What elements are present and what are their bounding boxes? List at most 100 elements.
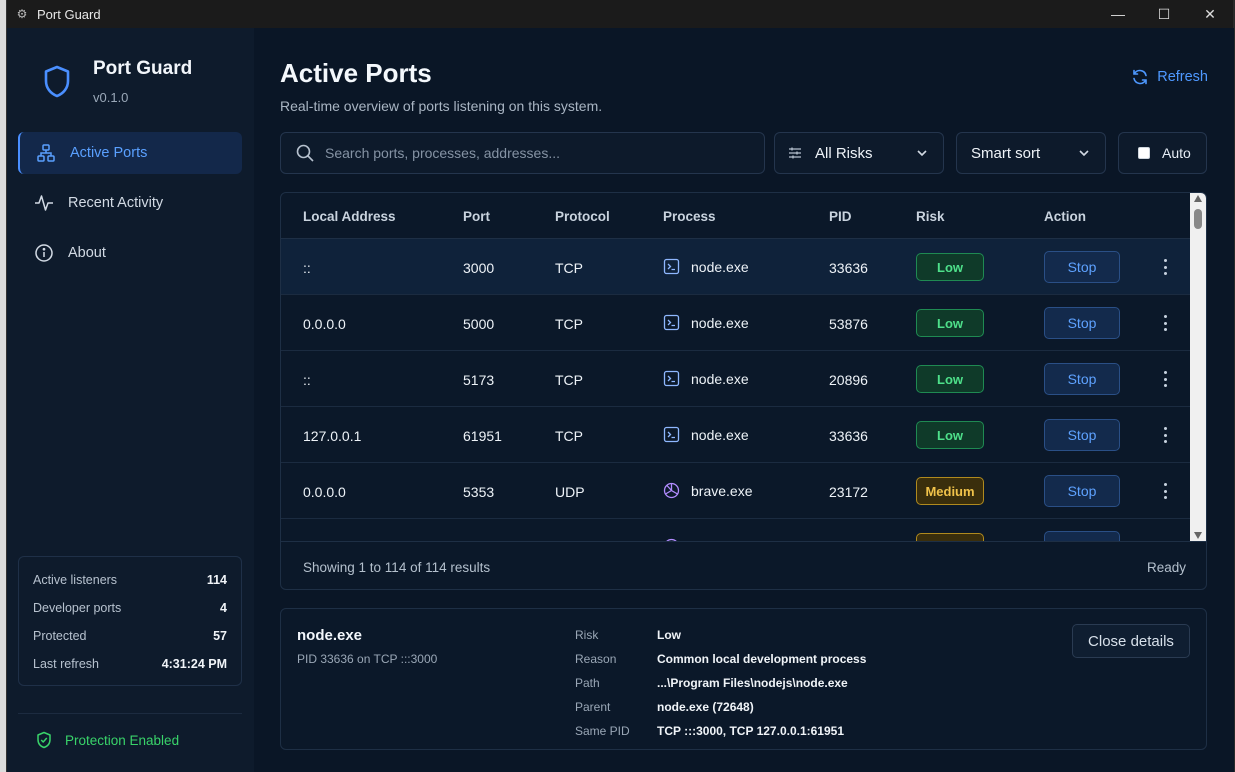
cell-protocol: TCP bbox=[555, 260, 583, 276]
cell-pid: 23172 bbox=[829, 484, 868, 500]
window-controls: — ☐ ✕ bbox=[1095, 0, 1233, 28]
table-row[interactable]: :: 5173 TCP node.exe 20896 Low Stop bbox=[281, 351, 1191, 407]
page-subtitle: Real-time overview of ports listening on… bbox=[280, 98, 603, 114]
stat-active-listeners: Active listeners 114 bbox=[33, 566, 227, 594]
cell-address: 127.0.0.1 bbox=[303, 428, 362, 444]
stop-button[interactable]: Stop bbox=[1044, 363, 1120, 395]
sidebar-item-recent-activity[interactable]: Recent Activity bbox=[18, 182, 242, 224]
stat-developer-ports: Developer ports 4 bbox=[33, 594, 227, 622]
cell-protocol: TCP bbox=[555, 428, 583, 444]
cell-process: node.exe bbox=[663, 314, 749, 331]
stop-button[interactable]: Stop bbox=[1044, 475, 1120, 507]
column-header[interactable]: Port bbox=[463, 209, 490, 224]
sort-select[interactable]: Smart sort bbox=[956, 132, 1106, 174]
column-header[interactable]: Process bbox=[663, 209, 716, 224]
cell-process: node.exe bbox=[663, 426, 749, 443]
scroll-up-arrow-icon[interactable] bbox=[1194, 195, 1202, 202]
stats-panel: Active listeners 114 Developer ports 4 P… bbox=[18, 556, 242, 686]
refresh-label: Refresh bbox=[1157, 69, 1208, 85]
column-header[interactable]: Protocol bbox=[555, 209, 610, 224]
stop-button[interactable] bbox=[1044, 531, 1120, 541]
stop-button[interactable]: Stop bbox=[1044, 251, 1120, 283]
scroll-thumb[interactable] bbox=[1194, 209, 1202, 229]
details-key: Path bbox=[575, 676, 600, 690]
column-header[interactable]: Risk bbox=[916, 209, 945, 224]
page-title: Active Ports bbox=[280, 58, 432, 88]
stat-label: Active listeners bbox=[33, 573, 118, 587]
more-options-icon[interactable] bbox=[1160, 369, 1170, 389]
stat-label: Protected bbox=[33, 629, 87, 643]
cell-address: :: bbox=[303, 372, 311, 388]
close-details-button[interactable]: Close details bbox=[1072, 624, 1190, 658]
close-window-button[interactable]: ✕ bbox=[1187, 0, 1233, 28]
maximize-button[interactable]: ☐ bbox=[1141, 0, 1187, 28]
title-bar: ⚙ Port Guard — ☐ ✕ bbox=[7, 0, 1233, 28]
app-window: ⚙ Port Guard — ☐ ✕ Port Guard v0.1.0 Act… bbox=[6, 0, 1234, 772]
chevron-down-icon bbox=[917, 150, 927, 157]
process-name: brave.exe bbox=[691, 482, 753, 499]
table-row[interactable]: 0.0.0.0 5353 UDP brave.exe 23172 Medium … bbox=[281, 463, 1191, 519]
table-row[interactable]: 0.0.0.0 5000 TCP node.exe 53876 Low Stop bbox=[281, 295, 1191, 351]
details-key: Same PID bbox=[575, 724, 630, 738]
stat-last-refresh: Last refresh 4:31:24 PM bbox=[33, 650, 227, 678]
cell-address: 0.0.0.0 bbox=[303, 484, 346, 500]
details-key: Risk bbox=[575, 628, 599, 642]
cell-protocol: UDP bbox=[555, 484, 585, 500]
brand-name: Port Guard bbox=[93, 58, 193, 79]
table-row[interactable]: :: 3000 TCP node.exe 33636 Low Stop bbox=[281, 239, 1191, 295]
risk-badge: Low bbox=[916, 309, 984, 337]
risk-filter-value: All Risks bbox=[815, 144, 873, 162]
auto-checkbox[interactable] bbox=[1138, 147, 1150, 159]
more-options-icon[interactable] bbox=[1160, 481, 1170, 501]
refresh-button[interactable]: Refresh bbox=[1131, 68, 1208, 86]
risk-badge: Medium bbox=[916, 477, 984, 505]
stop-button[interactable]: Stop bbox=[1044, 419, 1120, 451]
column-header[interactable]: Local Address bbox=[303, 209, 396, 224]
details-value: ...\Program Files\nodejs\node.exe bbox=[657, 676, 848, 690]
cell-port: 3000 bbox=[463, 260, 495, 276]
sidebar-item-label: About bbox=[68, 245, 106, 261]
info-icon bbox=[35, 244, 53, 262]
cell-pid: 53876 bbox=[829, 316, 868, 332]
table-row[interactable]: 127.0.0.1 61951 TCP node.exe 33636 Low S… bbox=[281, 407, 1191, 463]
scroll-down-arrow-icon[interactable] bbox=[1194, 532, 1202, 539]
terminal-icon bbox=[663, 314, 680, 331]
auto-refresh-toggle[interactable]: Auto bbox=[1118, 132, 1207, 174]
stat-label: Developer ports bbox=[33, 601, 122, 615]
process-name: node.exe bbox=[691, 426, 749, 443]
search-input[interactable] bbox=[325, 145, 745, 161]
details-row: Risk Low bbox=[575, 623, 866, 647]
terminal-icon bbox=[663, 370, 680, 387]
chevron-down-icon bbox=[1079, 150, 1089, 157]
risk-filter-select[interactable]: All Risks bbox=[774, 132, 944, 174]
protection-label: Protection Enabled bbox=[65, 732, 180, 748]
cell-port: 5173 bbox=[463, 372, 495, 388]
cell-port: 5000 bbox=[463, 316, 495, 332]
table-row[interactable] bbox=[281, 519, 1191, 541]
details-subtitle: PID 33636 on TCP :::3000 bbox=[297, 652, 438, 666]
stop-button[interactable]: Stop bbox=[1044, 307, 1120, 339]
browser-icon bbox=[663, 482, 680, 499]
auto-label: Auto bbox=[1162, 145, 1191, 161]
table-status: Ready bbox=[1146, 560, 1186, 575]
risk-badge: Low bbox=[916, 421, 984, 449]
sidebar-item-about[interactable]: About bbox=[18, 232, 242, 274]
cell-protocol: TCP bbox=[555, 372, 583, 388]
more-options-icon[interactable] bbox=[1160, 257, 1170, 277]
cell-address: :: bbox=[303, 260, 311, 276]
more-options-icon[interactable] bbox=[1160, 313, 1170, 333]
column-header: Action bbox=[1044, 209, 1086, 224]
column-header[interactable]: PID bbox=[829, 209, 852, 224]
minimize-button[interactable]: — bbox=[1095, 0, 1141, 28]
more-options-icon[interactable] bbox=[1160, 425, 1170, 445]
brand-version: v0.1.0 bbox=[93, 90, 129, 105]
stat-value: 4 bbox=[220, 601, 227, 615]
sidebar-item-active-ports[interactable]: Active Ports bbox=[18, 132, 242, 174]
cell-port: 5353 bbox=[463, 484, 495, 500]
sliders-icon bbox=[789, 147, 801, 159]
sidebar-item-label: Recent Activity bbox=[68, 195, 164, 211]
table-scrollbar[interactable] bbox=[1190, 193, 1206, 541]
search-box[interactable] bbox=[280, 132, 765, 174]
details-row: Path ...\Program Files\nodejs\node.exe bbox=[575, 671, 866, 695]
table-body: :: 3000 TCP node.exe 33636 Low Stop 0.0.… bbox=[281, 239, 1191, 541]
